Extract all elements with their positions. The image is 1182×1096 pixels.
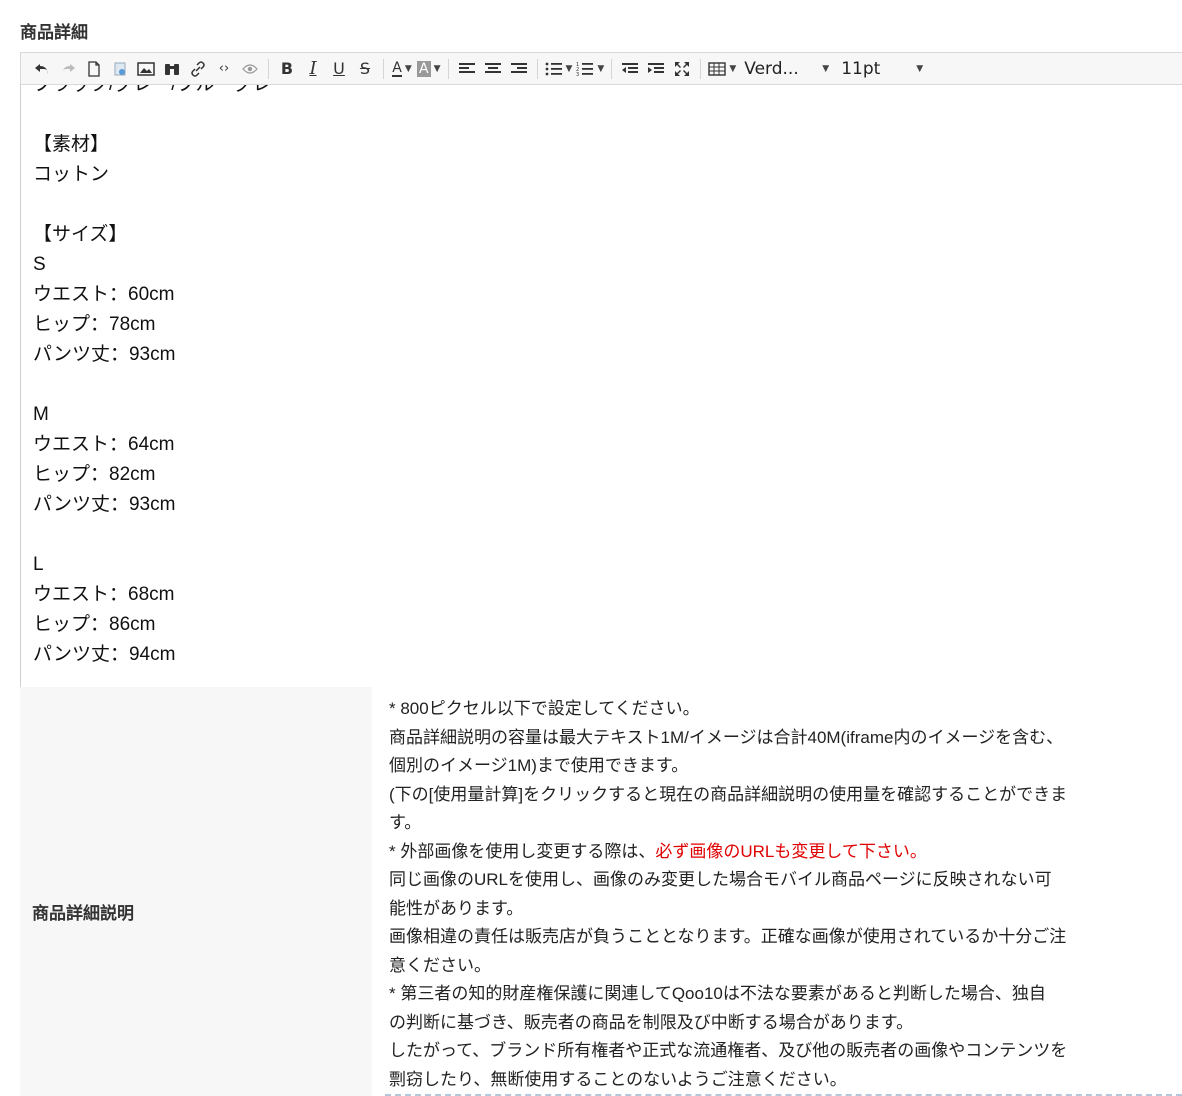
bold-button[interactable]: B <box>276 57 298 81</box>
row-label-cell: 商品詳細説明 <box>20 687 372 1096</box>
indent-icon[interactable] <box>645 57 667 81</box>
undo-icon[interactable] <box>31 57 53 81</box>
source-code-icon[interactable]: ‹› <box>213 57 235 81</box>
find-binoculars-icon[interactable] <box>161 57 183 81</box>
font-family-select[interactable]: Verd... ▼ <box>744 57 829 81</box>
note-line: * 800ピクセル以下で設定してください。 <box>389 699 700 718</box>
toolbar-divider <box>268 58 269 79</box>
rich-text-editor[interactable]: ブラック/グレー/ブルーグレ 【素材】コットン 【サイズ】 S ウエスト：60cm ヒ… <box>20 85 1182 687</box>
align-left-icon[interactable] <box>456 57 478 81</box>
editor-toolbar: ‹› B I U S A ▼ A ▼ ▼ 123 ▼ ▼ Verd... ▼ 1… <box>20 52 1182 85</box>
note-line: 同じ画像のURLを使用し、画像のみ変更した場合モバイル商品ページに反映されない可 <box>389 870 1052 889</box>
chevron-down-icon: ▼ <box>433 63 441 74</box>
row-label: 商品詳細説明 <box>32 904 134 924</box>
note-line: 剽窃したり、無断使用することのないようご注意ください。 <box>389 1069 847 1089</box>
toolbar-divider <box>383 58 384 79</box>
background-color-label: A <box>417 60 431 77</box>
editor-line: パンツ丈：94cm <box>33 644 176 665</box>
font-size-select[interactable]: 11pt ▼ <box>841 57 923 81</box>
font-family-value: Verd... <box>744 58 799 79</box>
note-line: 個別のイメージ1M)まで使用できます。 <box>389 756 689 775</box>
editor-line: コットン <box>33 164 110 185</box>
chevron-down-icon: ▼ <box>404 63 412 74</box>
row-content-cell: * 800ピクセル以下で設定してください。 商品詳細説明の容量は最大テキスト1M… <box>372 687 1182 1096</box>
chevron-down-icon: ▼ <box>916 63 924 74</box>
svg-text:3: 3 <box>576 72 579 77</box>
strikethrough-button[interactable]: S <box>354 57 376 81</box>
table-button[interactable]: ▼ <box>708 57 736 81</box>
underline-button[interactable]: U <box>328 57 350 81</box>
background-color-button[interactable]: A ▼ <box>417 57 441 81</box>
italic-button[interactable]: I <box>302 57 324 81</box>
editor-line: 【素材】 <box>33 134 110 155</box>
toolbar-divider <box>536 58 538 79</box>
note-line: 商品詳細説明の容量は最大テキスト1M/イメージは合計40M(iframe内のイメ… <box>389 727 1064 747</box>
editor-line: ウエスト：60cm <box>33 284 175 305</box>
note-line: 能性があります。 <box>389 898 524 918</box>
editor-line: ヒップ：86cm <box>33 614 156 635</box>
link-icon[interactable] <box>187 57 209 81</box>
align-right-icon[interactable] <box>508 57 530 81</box>
chevron-down-icon: ▼ <box>597 63 605 74</box>
note-line: 画像相違の責任は販売店が負うこととなります。正確な画像が使用されているか十分ご注 <box>389 927 1067 946</box>
preview-eye-icon[interactable] <box>239 57 261 81</box>
editor-line: ブラック/グレー/ブルーグレ <box>33 85 272 100</box>
editor-line: ウエスト：64cm <box>33 434 175 455</box>
note-line: (下の[使用量計算]をクリックすると現在の商品詳細説明の使用量を確認することがで… <box>389 784 1068 804</box>
note-line: * 第三者の知的財産権保護に関連してQoo10は不法な要素があると判断した場合、… <box>389 984 1046 1003</box>
section-title: 商品詳細 <box>20 23 88 43</box>
chevron-down-icon: ▼ <box>822 63 830 74</box>
note-line: 意ください。 <box>389 955 491 975</box>
toolbar-divider <box>611 58 613 79</box>
warning-text: 必ず画像のURLも変更して下さい。 <box>655 841 927 861</box>
image-upload-icon[interactable] <box>109 57 131 81</box>
note-line: * 外部画像を使用し変更する際は、必ず画像のURLも変更して下さい。 <box>389 838 1149 867</box>
fullscreen-icon[interactable] <box>671 57 693 81</box>
new-document-icon[interactable] <box>83 57 105 81</box>
note-line: の判断に基づき、販売者の商品を制限及び中断する場合があります。 <box>389 1012 914 1032</box>
description-row: 商品詳細説明 * 800ピクセル以下で設定してください。 商品詳細説明の容量は最… <box>20 687 1182 1096</box>
font-size-value: 11pt <box>841 58 881 79</box>
editor-line: パンツ丈：93cm <box>33 494 176 515</box>
note-line: す。 <box>389 813 422 832</box>
editor-line: ウエスト：68cm <box>33 584 175 605</box>
chevron-down-icon: ▼ <box>729 63 737 74</box>
editor-line: ヒップ：82cm <box>33 464 156 485</box>
numbered-list-button[interactable]: 123 ▼ <box>576 57 604 81</box>
text-color-button[interactable]: A ▼ <box>391 57 413 81</box>
editor-line: M <box>33 404 49 425</box>
align-center-icon[interactable] <box>482 57 504 81</box>
editor-content[interactable]: ブラック/グレー/ブルーグレ 【素材】コットン 【サイズ】 S ウエスト：60cm ヒ… <box>33 85 272 687</box>
chevron-down-icon: ▼ <box>565 63 573 74</box>
bullet-list-button[interactable]: ▼ <box>545 57 573 81</box>
editor-line: S <box>33 254 46 275</box>
note-line: したがって、ブランド所有権者や正式な流通権者、及び他の販売者の画像やコンテンツを <box>389 1041 1068 1060</box>
editor-line: L <box>33 554 44 575</box>
editor-line: 【サイズ】 <box>33 224 128 245</box>
outdent-icon[interactable] <box>619 57 641 81</box>
redo-icon[interactable] <box>57 57 79 81</box>
toolbar-divider <box>700 58 702 79</box>
text-color-label: A <box>392 59 402 77</box>
note-text: * 外部画像を使用し変更する際は、 <box>389 841 656 861</box>
editor-line: ヒップ：78cm <box>33 314 156 335</box>
editor-line: パンツ丈：93cm <box>33 344 176 365</box>
description-notes: * 800ピクセル以下で設定してください。 商品詳細説明の容量は最大テキスト1M… <box>389 695 1149 1094</box>
image-icon[interactable] <box>135 57 157 81</box>
toolbar-divider <box>447 58 449 79</box>
